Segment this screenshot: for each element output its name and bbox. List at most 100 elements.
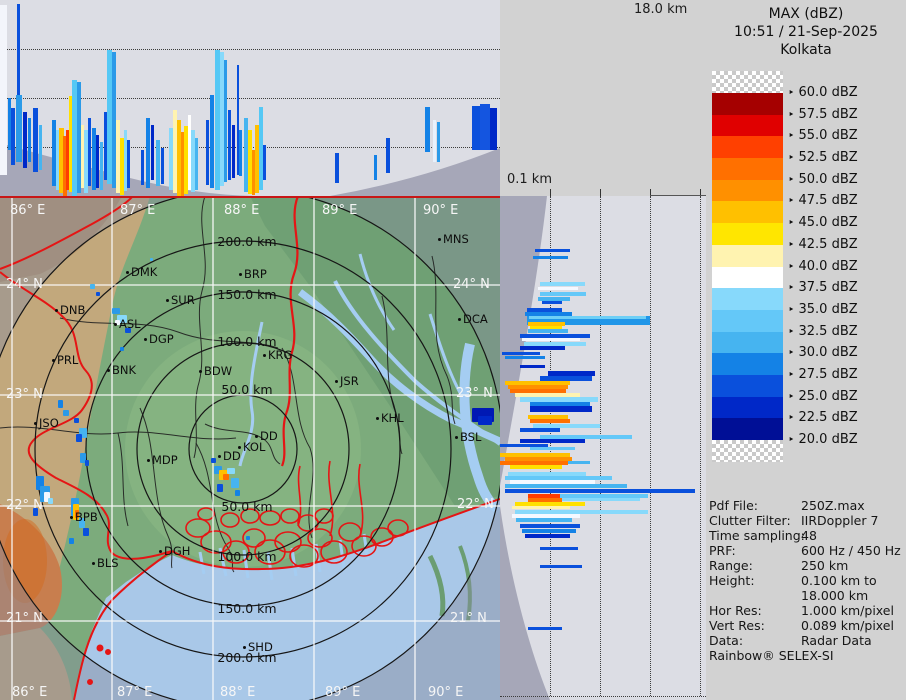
city-label: DCA [463, 312, 488, 326]
legend-swatch-transparent [712, 440, 783, 462]
radar-echo [227, 468, 235, 474]
city-dot [243, 646, 246, 649]
echo-bar [520, 365, 545, 368]
radar-echo [478, 416, 492, 425]
city-dot [144, 338, 147, 341]
radar-echo [85, 460, 89, 466]
lon-label: 88° E [220, 685, 256, 700]
echo-bar [528, 329, 568, 333]
echo-bar [520, 524, 580, 528]
legend-tick-label: 42.5 dBZ [788, 237, 858, 252]
metadata-label: Height: [709, 573, 755, 588]
legend-swatch [712, 418, 783, 441]
city-dot [70, 516, 73, 519]
legend-swatch [712, 353, 783, 376]
city-label: BSL [460, 430, 482, 444]
radar-echo [48, 498, 53, 504]
city-dot [166, 299, 169, 302]
lon-label: 87° E [120, 203, 156, 218]
legend-tick-label: 60.0 dBZ [788, 85, 858, 100]
city-dot [376, 417, 379, 420]
city-dot [458, 318, 461, 321]
lon-label: 90° E [423, 203, 459, 218]
city-label: PRL [57, 353, 79, 367]
echo-bar [210, 95, 214, 188]
legend-swatch [712, 136, 783, 159]
city-dot [218, 455, 221, 458]
echo-bar [11, 108, 15, 165]
legend-swatch [712, 114, 783, 137]
range-ring-label: 100.0 km [217, 549, 277, 564]
echo-bar [520, 439, 585, 443]
metadata-value: 0.089 km/pixel [801, 618, 894, 633]
echo-bar [433, 120, 436, 162]
radar-echo [90, 284, 95, 289]
echo-bar [538, 287, 578, 290]
city-dot [34, 422, 37, 425]
height-axis-min-label: 0.1 km [507, 172, 552, 187]
city-dot [55, 309, 58, 312]
lat-label: 21° N [450, 611, 487, 626]
legend-swatch [712, 93, 783, 116]
city-label: MDP [152, 453, 178, 467]
lat-label: 21° N [6, 611, 43, 626]
city-dot [92, 562, 95, 565]
metadata-label: PRF: [709, 543, 736, 558]
echo-bar [146, 118, 150, 188]
echo-bar [530, 447, 575, 450]
map-top-border [0, 196, 500, 198]
legend-tick-label: 40.0 dBZ [788, 259, 858, 274]
echo-bar [386, 138, 390, 173]
echo-bar [206, 120, 209, 185]
radar-echo [63, 410, 69, 416]
echo-bar [522, 529, 576, 533]
city-label: JSO [39, 416, 59, 430]
echo-bar [535, 249, 570, 252]
range-ring-label: 50.0 km [221, 499, 273, 514]
radar-display-window: 18.0 km 0.1 km 86° E 87° E 88° E 89° E 9… [0, 0, 906, 700]
city-label: DD [223, 449, 241, 463]
lat-label: 23° N [456, 386, 493, 401]
city-dot [438, 238, 441, 241]
echo-bar [232, 125, 235, 178]
echo-bar [335, 153, 339, 183]
radar-echo [235, 490, 240, 496]
lon-label: 89° E [325, 685, 361, 700]
legend-swatch [712, 288, 783, 311]
metadata-label: Clutter Filter: [709, 513, 791, 528]
lat-label: 24° N [6, 277, 43, 292]
radar-echo [120, 347, 124, 351]
city-dot [199, 370, 202, 373]
legend-tick-label: 32.5 dBZ [788, 324, 858, 339]
echo-bar [512, 506, 570, 509]
legend-tick-label: 27.5 dBZ [788, 367, 858, 382]
city-label: BLS [97, 556, 119, 570]
echo-bar [568, 461, 590, 464]
city-dot [126, 271, 129, 274]
height-gridline-15km [0, 49, 500, 50]
height-gridline-18km [700, 196, 701, 696]
echo-bar [530, 419, 570, 423]
echo-bar [528, 627, 562, 630]
height-axis-corner: 18.0 km 0.1 km [500, 0, 706, 196]
echo-bar [540, 565, 582, 568]
legend-swatch [712, 201, 783, 224]
lat-label: 24° N [453, 277, 490, 292]
panel-bottom-line [500, 696, 706, 697]
city-dot [255, 435, 258, 438]
city-label: DGP [149, 332, 174, 346]
legend-swatch [712, 374, 783, 398]
city-dot [335, 380, 338, 383]
range-ring-label: 100.0 km [217, 334, 277, 349]
legend-tick-label: 22.5 dBZ [788, 410, 858, 425]
echo-bar [100, 142, 103, 190]
legend-tick-label: 47.5 dBZ [788, 193, 858, 208]
lat-label: 22° N [457, 497, 494, 512]
city-dot [159, 550, 162, 553]
legend-panel: MAX (dBZ) 10:51 / 21-Sep-2025 Kolkata 60… [706, 0, 906, 700]
legend-swatch [712, 244, 783, 267]
city-dot [455, 436, 458, 439]
echo-bar [562, 498, 640, 501]
legend-tick-label: 35.0 dBZ [788, 302, 858, 317]
radar-map-viewport[interactable]: 86° E 87° E 88° E 89° E 90° E 86° E 87° E 88° E… [0, 188, 504, 700]
